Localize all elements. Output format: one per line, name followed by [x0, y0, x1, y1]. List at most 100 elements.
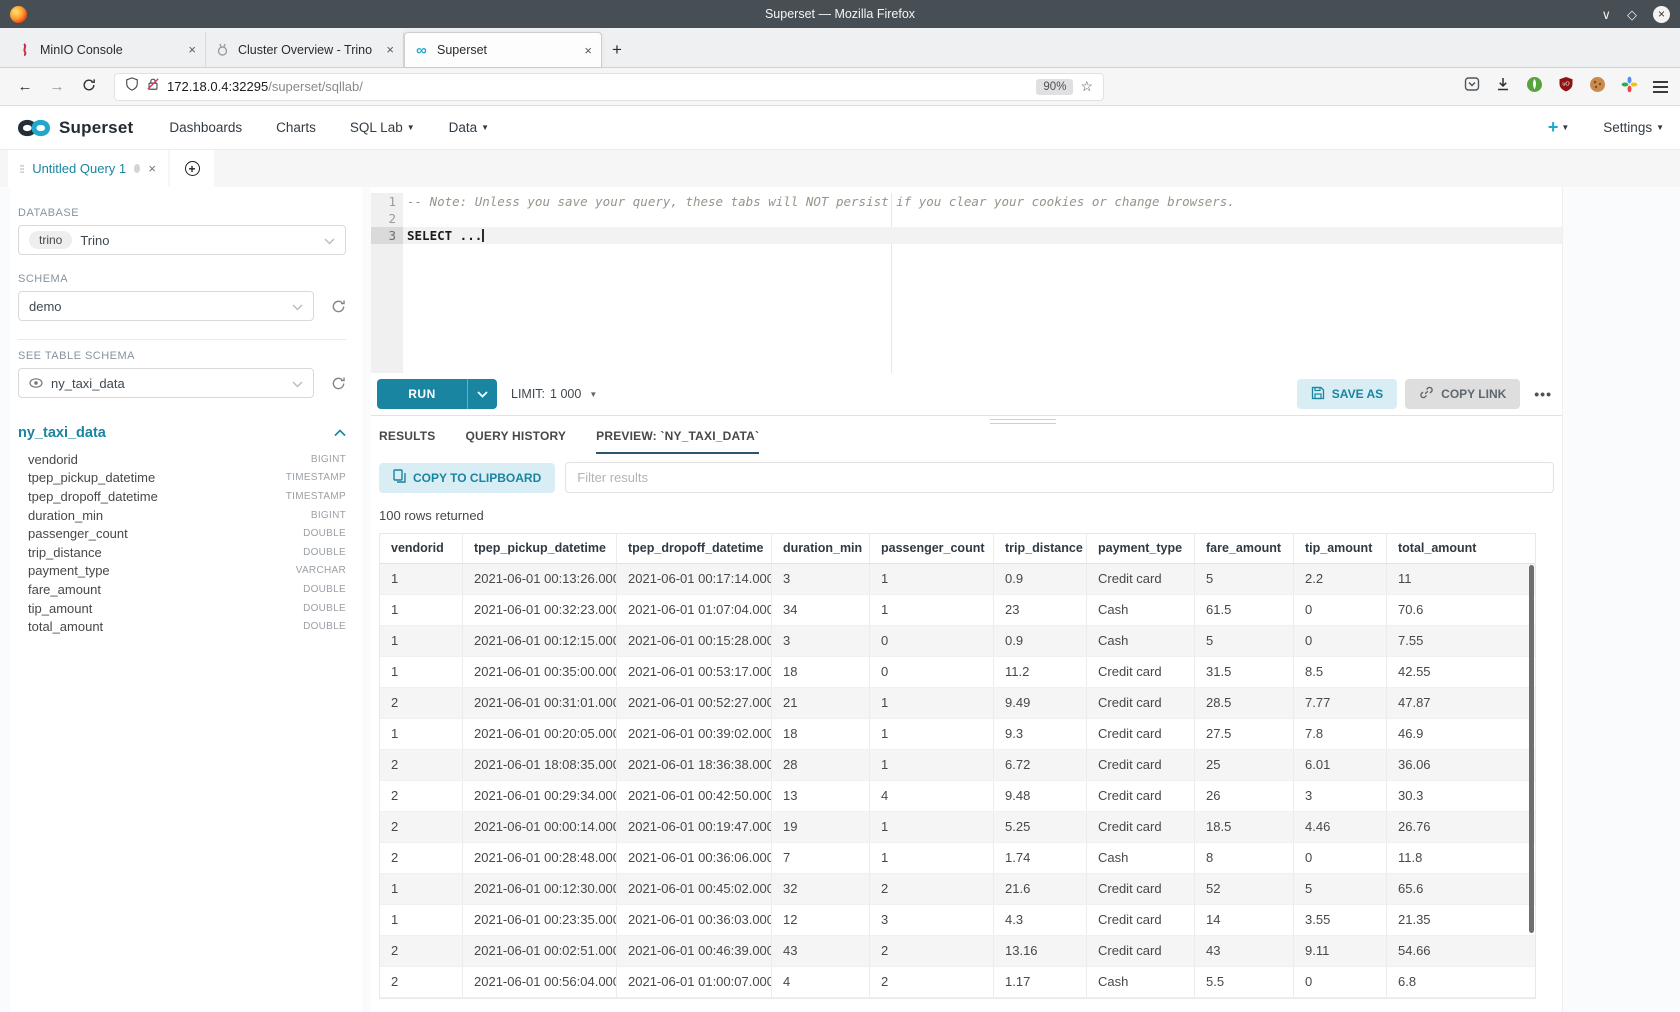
pinwheel-extension-icon[interactable] [1621, 76, 1638, 98]
cell-tip-amount: 0 [1294, 967, 1387, 997]
column-name: tpep_pickup_datetime [28, 470, 155, 485]
column-header[interactable]: tpep_dropoff_datetime [617, 534, 772, 563]
table-row[interactable]: 1 2021-06-01 00:35:00.000 2021-06-01 00:… [380, 657, 1535, 688]
reload-icon[interactable] [76, 78, 102, 96]
cell-payment-type: Cash [1087, 626, 1195, 656]
shield-icon[interactable] [125, 77, 139, 96]
table-row[interactable]: 1 2021-06-01 00:23:35.000 2021-06-01 00:… [380, 905, 1535, 936]
query-tab[interactable]: Untitled Query 1 × [8, 150, 168, 187]
database-select[interactable]: trino Trino [18, 225, 346, 255]
forward-icon[interactable]: → [44, 78, 70, 95]
copy-to-clipboard-button[interactable]: COPY TO CLIPBOARD [379, 463, 555, 493]
refresh-table-icon[interactable] [320, 376, 346, 391]
url-bar[interactable]: 172.18.0.4:32295/superset/sqllab/ 90% ☆ [114, 73, 1104, 101]
copy-link-button[interactable]: COPY LINK [1405, 379, 1520, 409]
cookie-icon[interactable] [1589, 76, 1606, 98]
maximize-icon[interactable]: ◇ [1627, 8, 1637, 21]
drag-handle-icon[interactable] [20, 163, 24, 175]
nav-item-sql-lab[interactable]: SQL Lab▼ [350, 120, 415, 135]
table-row[interactable]: 2 2021-06-01 00:00:14.000 2021-06-01 00:… [380, 812, 1535, 843]
cell-total-amount: 46.9 [1387, 719, 1535, 749]
tab-close-icon[interactable]: × [584, 43, 592, 58]
lock-broken-icon[interactable] [146, 77, 160, 96]
chevron-up-icon[interactable] [334, 424, 346, 442]
table-row[interactable]: 2 2021-06-01 18:08:35.000 2021-06-01 18:… [380, 750, 1535, 781]
column-name: trip_distance [28, 545, 102, 560]
zoom-level-badge[interactable]: 90% [1036, 79, 1073, 95]
download-icon[interactable] [1495, 76, 1511, 97]
run-button-label[interactable]: RUN [377, 379, 467, 409]
sql-editor[interactable]: 1 2 3 -- Note: Unless you save your quer… [371, 193, 1562, 373]
url-text[interactable]: 172.18.0.4:32295/superset/sqllab/ [167, 79, 1029, 94]
table-row[interactable]: 2 2021-06-01 00:02:51.000 2021-06-01 00:… [380, 936, 1535, 967]
tab-close-icon[interactable]: × [188, 42, 196, 57]
table-row[interactable]: 1 2021-06-01 00:13:26.000 2021-06-01 00:… [380, 564, 1535, 595]
tab-preview[interactable]: PREVIEW: `NY_TAXI_DATA` [596, 429, 759, 454]
save-as-button[interactable]: SAVE AS [1297, 379, 1397, 409]
nav-item-charts[interactable]: Charts [276, 120, 316, 135]
column-header[interactable]: payment_type [1087, 534, 1195, 563]
tab-query-history[interactable]: QUERY HISTORY [466, 429, 567, 454]
close-icon[interactable]: × [1653, 6, 1670, 23]
table-row[interactable]: 1 2021-06-01 00:20:05.000 2021-06-01 00:… [380, 719, 1535, 750]
run-button[interactable]: RUN [377, 379, 497, 409]
bookmark-star-icon[interactable]: ☆ [1080, 78, 1093, 95]
more-options-button[interactable]: ••• [1534, 386, 1552, 402]
cell-pickup-datetime: 2021-06-01 00:32:23.000 [463, 595, 617, 625]
nav-item-dashboards[interactable]: Dashboards [169, 120, 242, 135]
query-tab-strip: Untitled Query 1 × + [0, 150, 1680, 187]
table-schema-name[interactable]: ny_taxi_data [18, 425, 106, 441]
column-header[interactable]: passenger_count [870, 534, 994, 563]
table-row[interactable]: 2 2021-06-01 00:31:01.000 2021-06-01 00:… [380, 688, 1535, 719]
column-header[interactable]: trip_distance [994, 534, 1087, 563]
run-options-button[interactable] [467, 379, 497, 409]
browser-tab-trino[interactable]: Cluster Overview - Trino × [206, 32, 404, 67]
ublock-origin-icon[interactable]: uO [1558, 76, 1574, 97]
refresh-schema-icon[interactable] [320, 299, 346, 314]
column-header[interactable]: tpep_pickup_datetime [463, 534, 617, 563]
cell-pickup-datetime: 2021-06-01 00:12:30.000 [463, 874, 617, 904]
editor-code-area[interactable]: -- Note: Unless you save your query, the… [403, 193, 1562, 373]
table-row[interactable]: 2 2021-06-01 00:29:34.000 2021-06-01 00:… [380, 781, 1535, 812]
minimize-icon[interactable]: ∨ [1601, 8, 1611, 21]
column-header[interactable]: tip_amount [1294, 534, 1387, 563]
table-row[interactable]: 1 2021-06-01 00:12:30.000 2021-06-01 00:… [380, 874, 1535, 905]
tab-results[interactable]: RESULTS [379, 429, 436, 454]
sidebar-splitter[interactable] [362, 187, 371, 1012]
column-header[interactable]: duration_min [772, 534, 870, 563]
schema-select[interactable]: demo [18, 291, 314, 321]
privacy-badger-icon[interactable] [1526, 76, 1543, 98]
back-icon[interactable]: ← [12, 78, 38, 95]
column-header[interactable]: fare_amount [1195, 534, 1294, 563]
table-row[interactable]: 1 2021-06-01 00:32:23.000 2021-06-01 01:… [380, 595, 1535, 626]
menu-icon[interactable] [1653, 78, 1668, 96]
cell-fare-amount: 31.5 [1195, 657, 1294, 687]
tab-close-icon[interactable]: × [386, 42, 394, 57]
column-header[interactable]: vendorid [380, 534, 463, 563]
resize-handle[interactable] [990, 419, 1056, 427]
table-row[interactable]: 1 2021-06-01 00:12:15.000 2021-06-01 00:… [380, 626, 1535, 657]
cell-total-amount: 6.8 [1387, 967, 1535, 997]
cell-trip-distance: 1.17 [994, 967, 1087, 997]
close-icon[interactable]: × [148, 161, 156, 176]
new-tab-button[interactable]: + [602, 32, 632, 67]
browser-tab-minio[interactable]: MinIO Console × [8, 32, 206, 67]
limit-dropdown[interactable]: LIMIT: 1 000 ▼ [511, 387, 597, 401]
cell-payment-type: Credit card [1087, 781, 1195, 811]
cell-payment-type: Credit card [1087, 750, 1195, 780]
filter-results-input[interactable] [565, 462, 1554, 493]
table-select[interactable]: ny_taxi_data [18, 368, 314, 398]
browser-tab-superset[interactable]: ∞ Superset × [404, 32, 602, 67]
add-new-button[interactable]: +▼ [1548, 117, 1569, 138]
cell-passenger-count: 3 [870, 905, 994, 935]
nav-item-data[interactable]: Data▼ [449, 120, 489, 135]
cell-vendorid: 1 [380, 564, 463, 594]
table-row[interactable]: 2 2021-06-01 00:28:48.000 2021-06-01 00:… [380, 843, 1535, 874]
column-header[interactable]: total_amount [1387, 534, 1535, 563]
superset-logo[interactable]: Superset [16, 115, 133, 141]
pocket-icon[interactable] [1464, 76, 1480, 97]
settings-menu[interactable]: Settings▼ [1603, 120, 1664, 135]
add-query-tab-button[interactable]: + [170, 150, 214, 187]
table-scrollbar[interactable] [1529, 565, 1534, 933]
table-row[interactable]: 2 2021-06-01 00:56:04.000 2021-06-01 01:… [380, 967, 1535, 998]
